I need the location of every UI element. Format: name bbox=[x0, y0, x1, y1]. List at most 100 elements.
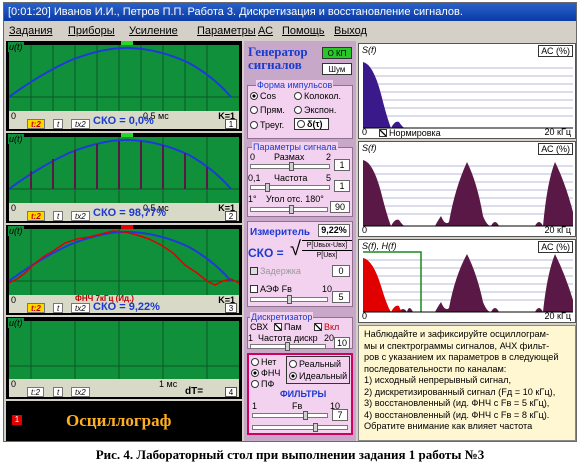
pulse-shape-title: Форма импульсов bbox=[256, 80, 334, 90]
freq-slider[interactable] bbox=[250, 183, 330, 192]
range-thumb[interactable] bbox=[289, 162, 294, 171]
noise-button[interactable]: Шум bbox=[322, 63, 352, 75]
menu-gain[interactable]: Усиление bbox=[129, 23, 178, 39]
time-normal-button[interactable]: t bbox=[53, 119, 64, 129]
time-double-button[interactable]: tx2 bbox=[71, 211, 90, 221]
freq-label: Частота bbox=[274, 173, 308, 183]
sampler-freq-value[interactable]: 10 bbox=[334, 337, 350, 349]
time-half-button[interactable]: t:2 bbox=[27, 211, 45, 221]
radio-exp[interactable]: Экспон. bbox=[294, 105, 336, 115]
aef-value[interactable]: 5 bbox=[332, 291, 350, 303]
instructions-box: Наблюдайте и зафиксируйте осциллограм- м… bbox=[358, 325, 576, 441]
angle-slider[interactable] bbox=[250, 205, 328, 214]
sampler-thumb[interactable] bbox=[285, 342, 290, 351]
freq-value[interactable]: 1 bbox=[334, 180, 350, 192]
range-max: 2 bbox=[326, 152, 332, 162]
fv-value[interactable]: 7 bbox=[332, 409, 348, 421]
sampler-freq-max: 20 bbox=[324, 333, 335, 343]
ac-button-3[interactable]: АС (%) bbox=[538, 241, 573, 253]
channel-1-button[interactable]: 1 bbox=[225, 119, 237, 129]
osc-channel-1: u(t) 0 0,5 мс K=1 t:2 t tx2 СКО = 0,0% 1 bbox=[6, 41, 242, 131]
menu-instruments[interactable]: Приборы bbox=[68, 23, 115, 39]
spectrum-x20-2: 20 кГц bbox=[544, 225, 571, 235]
fv2-thumb[interactable] bbox=[313, 423, 318, 432]
menu-ac[interactable]: АС bbox=[258, 23, 273, 39]
spectrum-plot-1 bbox=[363, 62, 573, 129]
window-title: [0:01:20] Иванов И.И., Петров П.П. Работ… bbox=[4, 3, 576, 21]
osc-channel-3: u(t) 0 ФНЧ 7кГц (Ид.) K=1 t:2 t tx2 СКО … bbox=[6, 225, 242, 315]
spectrum-plot-2 bbox=[363, 160, 573, 227]
radio-bell[interactable]: Колокол. bbox=[294, 91, 341, 101]
aef-checkbox[interactable]: АЭФ Fв bbox=[250, 284, 292, 294]
sko-formula: P[Uвых-Uвх] P[Uвх] bbox=[302, 240, 352, 260]
time-double-button[interactable]: tx2 bbox=[71, 387, 90, 397]
osc-xaxis-3: 0 ФНЧ 7кГц (Ид.) K=1 t:2 t tx2 СКО = 9,2… bbox=[9, 294, 239, 313]
time-double-button[interactable]: tx2 bbox=[71, 303, 90, 313]
menu-help[interactable]: Помощь bbox=[282, 23, 325, 39]
menu-exit[interactable]: Выход bbox=[334, 23, 367, 39]
spectrum-x0-1: 0 bbox=[362, 127, 368, 137]
freq-thumb[interactable] bbox=[265, 183, 270, 192]
aef-slider[interactable] bbox=[250, 295, 328, 304]
osc-ylabel-2: u(t) bbox=[8, 134, 24, 144]
pam-checkbox[interactable]: Пам bbox=[274, 322, 302, 332]
signal-params-title: Параметры сигнала bbox=[252, 142, 338, 152]
menu-parameters[interactable]: Параметры bbox=[197, 23, 256, 39]
range-value[interactable]: 1 bbox=[334, 159, 350, 171]
osc-trace-1 bbox=[9, 45, 239, 111]
aef-thumb[interactable] bbox=[287, 295, 292, 304]
osc-power-indicator[interactable]: 1 bbox=[12, 415, 22, 425]
menu-bar: Задания Приборы Усиление Параметры АС По… bbox=[4, 23, 576, 39]
time-normal-button[interactable]: t bbox=[53, 387, 64, 397]
mode-ideal[interactable]: Идеальный bbox=[289, 371, 347, 381]
normalize-checkbox[interactable]: Нормировка bbox=[379, 128, 441, 138]
time-normal-button[interactable]: t bbox=[53, 211, 64, 221]
channel-4-button[interactable]: 4 bbox=[225, 387, 237, 397]
channel-2-button[interactable]: 2 bbox=[225, 211, 237, 221]
osc-marker-2 bbox=[121, 133, 133, 137]
time-double-button[interactable]: tx2 bbox=[71, 119, 90, 129]
ac-button-1[interactable]: АС (%) bbox=[538, 45, 573, 57]
osc-trace-3 bbox=[9, 229, 239, 295]
radio-rect[interactable]: Прям. bbox=[250, 105, 285, 115]
filters-title: ФИЛЬТРЫ bbox=[280, 389, 327, 399]
time-half-button[interactable]: t:2 bbox=[27, 303, 45, 313]
osc-footer: 1 Осциллограф bbox=[6, 401, 242, 441]
instruction-line: последовательности по каналам: bbox=[364, 363, 507, 374]
delay-checkbox[interactable]: Задержка bbox=[250, 266, 301, 276]
osc-marker-1 bbox=[121, 41, 133, 45]
filter-lpf[interactable]: ФНЧ bbox=[251, 368, 280, 378]
fv2-slider[interactable] bbox=[252, 423, 348, 432]
channel-3-button[interactable]: 3 bbox=[225, 303, 237, 313]
filter-none[interactable]: Нет bbox=[251, 357, 276, 367]
time-half-button[interactable]: t:2 bbox=[27, 119, 45, 129]
fv-thumb[interactable] bbox=[303, 411, 308, 420]
osc-x-start: 0 bbox=[11, 203, 17, 213]
fv-slider[interactable] bbox=[252, 411, 328, 420]
angle-min: 1° bbox=[248, 194, 257, 204]
angle-thumb[interactable] bbox=[289, 205, 294, 214]
range-min: 0 bbox=[250, 152, 256, 162]
kp-button[interactable]: О КП bbox=[322, 47, 352, 59]
spectrum-label-1: S(f) bbox=[362, 45, 377, 55]
radio-cos[interactable]: Cos bbox=[250, 91, 276, 101]
osc-ylabel-3: u(t) bbox=[8, 226, 24, 236]
mode-real[interactable]: Реальный bbox=[289, 359, 341, 369]
osc-x-start: 0 bbox=[11, 379, 17, 389]
fv-label: Fв bbox=[292, 401, 303, 411]
delay-value[interactable]: 0 bbox=[332, 265, 350, 277]
sampler-freq-slider[interactable] bbox=[250, 342, 326, 351]
filter-bpf[interactable]: ПФ bbox=[251, 379, 274, 389]
time-normal-button[interactable]: t bbox=[53, 303, 64, 313]
range-slider[interactable] bbox=[250, 162, 330, 171]
radio-delta[interactable]: δ(τ) bbox=[294, 118, 330, 130]
osc-xaxis-4: 0 1 мс t:2 t tx2 dT= 4 bbox=[9, 379, 239, 397]
vkl-checkbox[interactable]: Вкл bbox=[314, 322, 339, 332]
ac-button-2[interactable]: АС (%) bbox=[538, 143, 573, 155]
osc-screen-2 bbox=[9, 137, 239, 203]
osc-trace-2 bbox=[9, 137, 239, 203]
angle-value[interactable]: 90 bbox=[330, 201, 350, 213]
radio-tri[interactable]: Треуг. bbox=[250, 120, 284, 130]
time-half-button[interactable]: t:2 bbox=[27, 387, 44, 397]
menu-tasks[interactable]: Задания bbox=[9, 23, 52, 39]
